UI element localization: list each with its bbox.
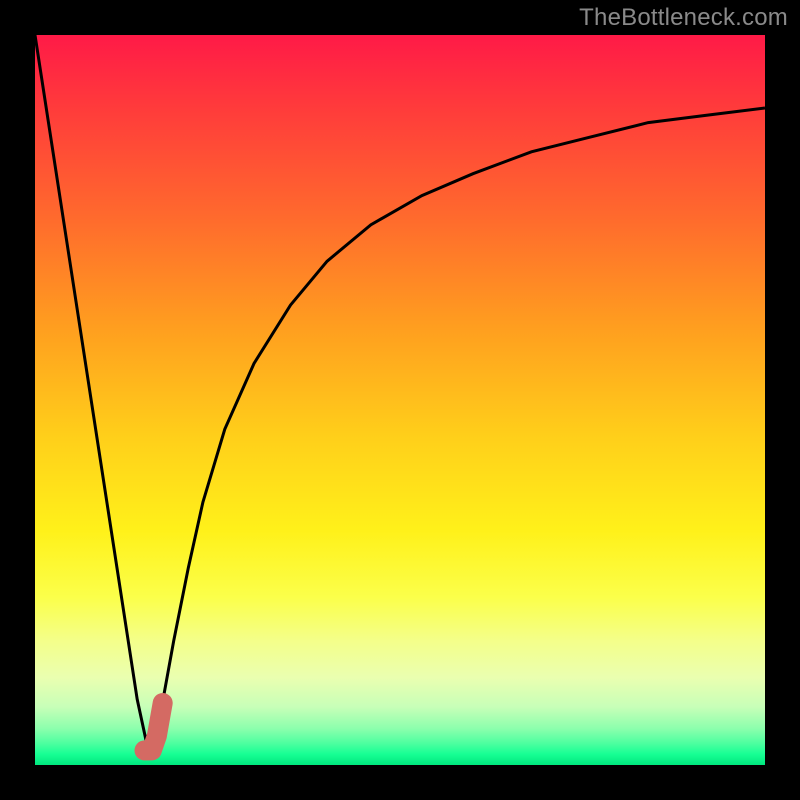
watermark-text: TheBottleneck.com	[579, 4, 788, 32]
plot-area	[35, 35, 765, 765]
bottleneck-curve	[35, 35, 765, 750]
chart-svg	[35, 35, 765, 765]
chart-frame: TheBottleneck.com	[0, 0, 800, 800]
selected-range-marker	[145, 703, 163, 750]
